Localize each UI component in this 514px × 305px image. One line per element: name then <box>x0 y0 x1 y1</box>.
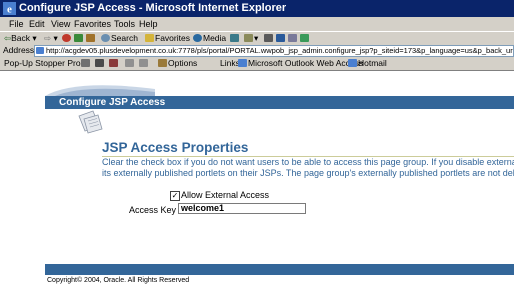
discuss-button[interactable] <box>288 33 298 44</box>
media-icon <box>193 34 202 42</box>
search-button[interactable]: Search <box>101 33 138 44</box>
copyright-text: Copyright© 2004, Oracle. All Rights Rese… <box>47 277 190 284</box>
description-line-2: its externally published portlets on the… <box>102 168 514 178</box>
address-label: Address <box>3 45 35 55</box>
home-icon <box>86 34 95 42</box>
popup-list-button[interactable] <box>139 58 149 69</box>
print-button[interactable] <box>264 33 274 44</box>
options-button[interactable]: Options <box>158 58 197 69</box>
page-footer-bar <box>45 264 514 275</box>
sound-icon <box>125 59 134 67</box>
links-bar: Pop-Up Stopper Pro Options Links Microso… <box>0 57 514 71</box>
pause-icon <box>95 59 104 67</box>
allow-external-access-label: Allow External Access <box>181 190 270 200</box>
forward-button[interactable]: ⇨ ▾ <box>44 33 58 44</box>
list-icon <box>139 59 148 67</box>
block-icon <box>109 59 118 67</box>
history-button[interactable] <box>230 33 240 44</box>
popup-toggle-button[interactable] <box>81 58 91 69</box>
standard-toolbar: ⇦Back ▾ ⇨ ▾ Search Favorites Media ▾ <box>0 31 514 45</box>
favorites-button[interactable]: Favorites <box>145 33 190 44</box>
refresh-icon <box>74 34 83 42</box>
popup-icon <box>81 59 90 67</box>
history-icon <box>230 34 239 42</box>
messenger-button[interactable] <box>300 33 310 44</box>
popup-sound-button[interactable] <box>125 58 135 69</box>
home-button[interactable] <box>86 33 96 44</box>
page-icon <box>36 47 44 54</box>
menu-help[interactable]: Help <box>139 19 158 29</box>
menu-favorites[interactable]: Favorites <box>74 19 111 29</box>
allow-external-access-checkbox[interactable]: ✓ <box>170 191 180 201</box>
popup-block-button[interactable] <box>109 58 119 69</box>
popup-pause-button[interactable] <box>95 58 105 69</box>
section-heading: JSP Access Properties <box>102 140 249 155</box>
address-input[interactable]: http://acgdev05.plusdevelopment.co.uk:77… <box>34 45 514 57</box>
back-button[interactable]: ⇦Back ▾ <box>4 33 37 44</box>
menu-edit[interactable]: Edit <box>29 19 45 29</box>
ie-page-icon <box>238 59 247 67</box>
ie-logo-icon: e <box>3 2 16 15</box>
search-icon <box>101 34 110 42</box>
menu-tools[interactable]: Tools <box>114 19 135 29</box>
stop-icon <box>62 34 71 42</box>
address-bar: Address http://acgdev05.plusdevelopment.… <box>0 44 514 57</box>
link-outlook[interactable]: Microsoft Outlook Web Access <box>238 58 363 69</box>
mail-icon <box>244 34 253 42</box>
links-label: Links <box>220 58 240 68</box>
window-title: Configure JSP Access - Microsoft Interne… <box>19 2 287 14</box>
page-header-title: Configure JSP Access <box>59 97 166 108</box>
documents-illustration-icon <box>78 110 103 134</box>
discuss-icon <box>288 34 297 42</box>
access-key-label: Access Key <box>129 205 177 215</box>
banner-swoosh-graphic <box>45 85 155 97</box>
print-icon <box>264 34 273 42</box>
popup-stopper-button[interactable]: Pop-Up Stopper Pro <box>4 58 81 69</box>
forward-arrow-icon: ⇨ <box>44 33 52 43</box>
menu-view[interactable]: View <box>51 19 70 29</box>
stop-button[interactable] <box>62 33 72 44</box>
description-line-1: Clear the check box if you do not want u… <box>102 157 514 167</box>
svg-text:e: e <box>7 4 12 16</box>
link-hotmail[interactable]: Hotmail <box>348 58 387 69</box>
menu-file[interactable]: File <box>9 19 24 29</box>
refresh-button[interactable] <box>74 33 84 44</box>
options-icon <box>158 59 167 67</box>
address-url: http://acgdev05.plusdevelopment.co.uk:77… <box>46 46 514 55</box>
access-key-input[interactable] <box>178 203 306 214</box>
ie-page-icon <box>348 59 357 67</box>
mail-button[interactable]: ▾ <box>244 33 258 44</box>
media-button[interactable]: Media <box>193 33 226 44</box>
edit-icon <box>276 34 285 42</box>
messenger-icon <box>300 34 309 42</box>
title-bar: e Configure JSP Access - Microsoft Inter… <box>0 0 514 17</box>
favorites-icon <box>145 34 154 42</box>
edit-button[interactable] <box>276 33 286 44</box>
menu-bar: File Edit View Favorites Tools Help <box>0 17 514 31</box>
